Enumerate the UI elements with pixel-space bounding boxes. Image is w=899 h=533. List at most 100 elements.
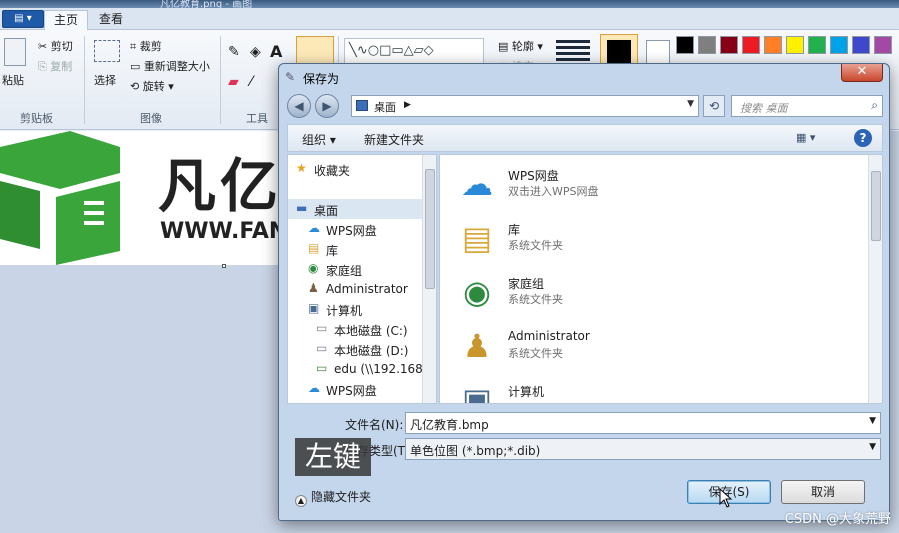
tree-item[interactable]: ◉ 家庭组 [288, 259, 424, 279]
color-swatch[interactable] [830, 36, 848, 54]
new-folder-button[interactable]: 新建文件夹 [364, 131, 424, 148]
select-icon[interactable] [94, 40, 120, 62]
ribbon-separator [84, 36, 85, 124]
tree-item-label: 收藏夹 [314, 164, 351, 178]
scrollbar-thumb[interactable] [871, 171, 881, 241]
desktop-icon: ▬ [296, 201, 308, 215]
tree-item[interactable]: ☁ WPS网盘 [288, 219, 424, 239]
refresh-button[interactable]: ⟲ [703, 95, 725, 117]
view-options-icon[interactable]: ▦ ▾ [796, 131, 815, 144]
cancel-button[interactable]: 取消 [781, 480, 865, 504]
chevron-down-icon[interactable]: ▼ [869, 416, 876, 426]
dialog-title: 保存为 [303, 72, 340, 86]
scrollbar-thumb[interactable] [425, 169, 435, 289]
tree-item-label: 本地磁盘 (D:) [334, 344, 409, 358]
color-swatch[interactable] [808, 36, 826, 54]
computer-icon: ▣ [461, 381, 493, 404]
color-swatch[interactable] [698, 36, 716, 54]
forward-button[interactable]: ▶ [315, 94, 339, 118]
save-as-dialog: ✎ 保存为 ✕ ◀ ▶ 桌面 ▶ ▼ ⟲ 搜索 桌面 ⌕ 组织 ▾ 新建文件夹 … [278, 63, 890, 521]
copy-button[interactable]: ⎘ 复制 [38, 58, 72, 74]
breadcrumb-arrow-icon[interactable]: ▶ [404, 100, 411, 110]
select-button[interactable]: 选择 [94, 72, 116, 88]
color-swatch[interactable] [720, 36, 738, 54]
file-name: 家庭组 [508, 277, 545, 291]
chevron-down-icon[interactable]: ▼ [869, 442, 876, 452]
resize-handle[interactable] [222, 264, 226, 268]
file-menu-button[interactable]: ▤ ▾ [2, 10, 44, 28]
file-list-scrollbar[interactable] [868, 155, 882, 403]
tree-item-label: edu (\\192.168 [334, 362, 423, 376]
cut-button[interactable]: ✂ 剪切 [38, 38, 73, 54]
color2-swatch[interactable] [646, 40, 670, 64]
pencil-icon[interactable]: ✎ [228, 44, 240, 60]
outline-label: 轮廓 [511, 40, 534, 53]
file-list: ▣ 计算机 ♟ Administrator 系统文件夹 ◉ 家庭组 系统文件夹 ▤ 库系统文件夹 ☁… [439, 154, 883, 404]
watermark: CSDN @大象荒野 [784, 512, 891, 527]
tree-item[interactable]: ★ 收藏夹 [288, 159, 424, 179]
organize-button[interactable]: 组织 ▾ [302, 131, 336, 148]
list-item[interactable]: ▣ 计算机 [456, 377, 856, 404]
size-icon[interactable] [556, 40, 590, 62]
cloud-icon: ☁ [308, 221, 320, 235]
color-swatch[interactable] [742, 36, 760, 54]
filetype-value: 单色位图 (*.bmp;*.dib) [410, 444, 541, 458]
file-description: 系统文件夹 [508, 239, 563, 252]
list-item[interactable]: ☁ WPS网盘 双击进入WPS网盘 [456, 161, 856, 211]
tree-item[interactable]: ▣ 计算机 [288, 299, 424, 319]
tree-scrollbar[interactable] [422, 155, 436, 403]
file-description: 系统文件夹 [508, 293, 563, 306]
tab-home[interactable]: 主页 [44, 10, 89, 30]
help-button[interactable]: ? [854, 129, 872, 147]
search-input[interactable]: 搜索 桌面 ⌕ [731, 95, 883, 117]
color1-swatch [607, 40, 631, 64]
computer-icon: ▣ [308, 301, 320, 315]
cloud-icon: ☁ [461, 165, 493, 203]
paint-titlebar: 凡亿教育.png - 画图 [0, 0, 899, 10]
outline-button[interactable]: ▤ 轮廓 ▾ [498, 38, 543, 54]
tree-item[interactable]: ▭ 本地磁盘 (C:) [288, 319, 424, 339]
close-button[interactable]: ✕ [841, 64, 883, 82]
color-swatch[interactable] [852, 36, 870, 54]
hide-folders-toggle[interactable]: ▲ 隐藏文件夹 [295, 488, 371, 507]
list-item[interactable]: ◉ 家庭组 系统文件夹 [456, 269, 856, 319]
tree-item[interactable]: ♟ Administrator [288, 279, 424, 299]
user-icon: ♟ [308, 281, 319, 295]
paste-icon[interactable] [4, 38, 26, 66]
color-picker-icon[interactable]: ⁄ [250, 74, 252, 90]
brushes-icon[interactable] [296, 36, 334, 66]
hide-folders-label: 隐藏文件夹 [311, 490, 372, 504]
tree-item-label: WPS网盘 [326, 384, 377, 398]
shapes-gallery[interactable]: ╲∿○□▭△▱◇ [344, 38, 484, 64]
crop-button[interactable]: ⌗ 裁剪 [130, 38, 162, 54]
fill-icon[interactable]: ◈ [250, 44, 261, 60]
tree-item[interactable]: ☁ WPS网盘 [288, 379, 424, 399]
filename-field[interactable]: 凡亿教育.bmp ▼ [405, 412, 881, 434]
tab-view[interactable]: 查看 [90, 10, 132, 30]
list-item[interactable]: ♟ Administrator 系统文件夹 [456, 323, 856, 373]
address-bar[interactable]: 桌面 ▶ ▼ [351, 95, 699, 117]
drive-icon: ▭ [316, 321, 328, 335]
drawing-canvas[interactable]: 凡亿 WWW.FAN [0, 131, 300, 265]
color-swatch[interactable] [676, 36, 694, 54]
color-swatch[interactable] [786, 36, 804, 54]
list-item[interactable]: ▤ 库系统文件夹 [456, 215, 856, 265]
rotate-button[interactable]: ⟲ 旋转 ▾ [130, 78, 174, 94]
tree-item[interactable]: ▭ 本地磁盘 (D:) [288, 339, 424, 359]
tree-item[interactable]: ▬ 桌面 [288, 199, 424, 219]
color-swatch[interactable] [764, 36, 782, 54]
filetype-select[interactable]: 单色位图 (*.bmp;*.dib) ▼ [405, 438, 881, 460]
eraser-icon[interactable]: ▰ [228, 74, 239, 90]
paste-button[interactable]: 粘贴 [2, 72, 24, 88]
tree-item[interactable]: ▭ edu (\\192.168 [288, 359, 424, 379]
chevron-down-icon[interactable]: ▼ [687, 99, 694, 109]
tree-item[interactable]: ▤ 库 [288, 239, 424, 259]
resize-button[interactable]: ▭ 重新调整大小 [130, 58, 210, 74]
cloud-icon: ☁ [308, 381, 320, 395]
text-icon[interactable]: A [270, 42, 282, 61]
color-swatch[interactable] [874, 36, 892, 54]
image-group-label: 图像 [140, 112, 162, 125]
filename-label: 文件名(N): [345, 418, 404, 432]
rotate-label: 旋转 [142, 80, 165, 93]
back-button[interactable]: ◀ [287, 94, 311, 118]
